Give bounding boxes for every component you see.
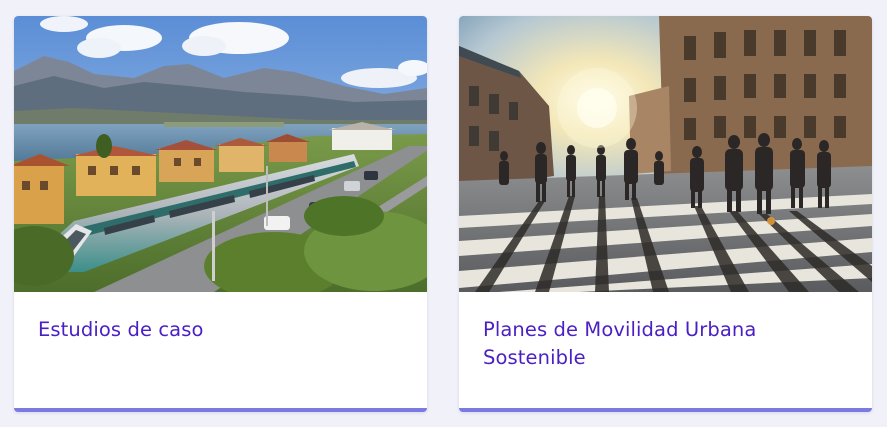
card-image[interactable] [459,16,872,292]
card-estudios-de-caso[interactable]: Estudios de caso [14,16,427,412]
card-title[interactable]: Planes de Movilidad Urbana Sostenible [483,316,848,372]
card-title[interactable]: Estudios de caso [38,316,403,344]
pedestrian-crossing-photo [459,16,872,292]
card-planes-movilidad[interactable]: Planes de Movilidad Urbana Sostenible [459,16,872,412]
lakeside-train-photo [14,16,427,292]
card-image[interactable] [14,16,427,292]
